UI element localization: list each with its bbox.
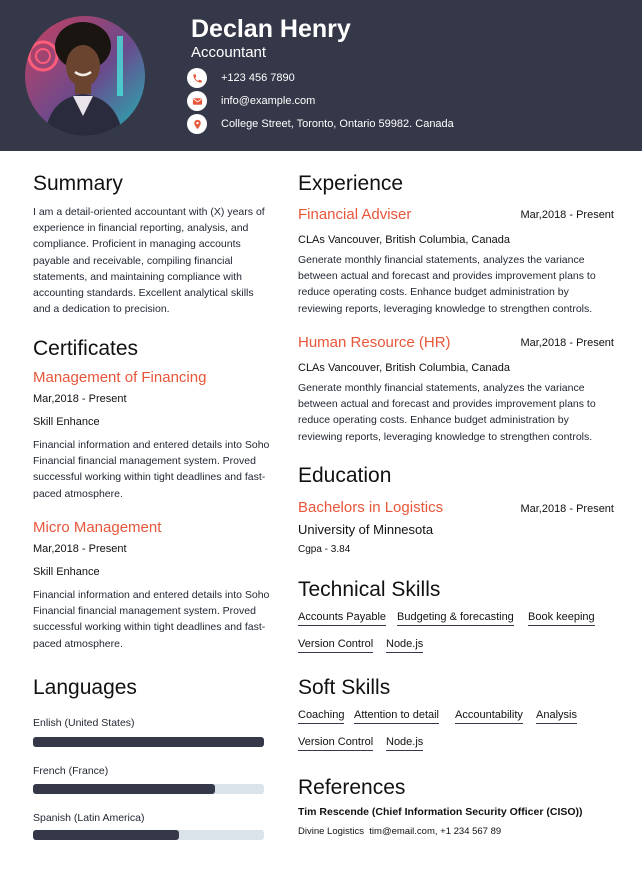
certificate-title: Micro Management	[33, 519, 162, 536]
soft-skill-chip: Analysis	[536, 709, 577, 724]
certificate-desc: Financial information and entered detail…	[33, 589, 270, 650]
certificates-heading: Certificates	[33, 337, 139, 360]
address-text: College Street, Toronto, Ontario 59982. …	[221, 118, 454, 130]
candidate-name: Declan Henry	[191, 15, 351, 43]
technical-skills-heading: Technical Skills	[298, 578, 441, 601]
location-pin-icon	[187, 114, 207, 134]
reference-company: Divine Logistics	[298, 826, 364, 837]
certificate-desc: Financial information and entered detail…	[33, 439, 270, 500]
skill-chip: Node.js	[386, 638, 424, 653]
email-icon	[187, 91, 207, 111]
education-degree: Bachelors in Logistics	[298, 499, 444, 516]
experience-company: CLAs Vancouver, British Columbia, Canada	[298, 362, 510, 374]
contact-email: info@example.com	[187, 91, 315, 111]
language-level-bar	[33, 830, 264, 840]
experience-heading: Experience	[298, 172, 404, 195]
soft-skill-chip: Accountability	[455, 709, 523, 724]
language-level-fill	[33, 830, 179, 840]
phone-text: +123 456 7890	[221, 72, 295, 84]
references-heading: References	[298, 776, 406, 799]
experience-company: CLAs Vancouver, British Columbia, Canada	[298, 234, 510, 246]
resume-header: Declan Henry Accountant +123 456 7890 in…	[0, 0, 642, 151]
experience-date: Mar,2018 - Present	[520, 337, 614, 349]
experience-desc: Generate monthly financial statements, a…	[298, 254, 596, 315]
education-cgpa: Cgpa - 3.84	[298, 544, 351, 555]
language-name: Spanish (Latin America)	[33, 812, 145, 824]
contact-phone: +123 456 7890	[187, 68, 295, 88]
certificate-date: Mar,2018 - Present	[33, 393, 127, 405]
email-text: info@example.com	[221, 95, 316, 107]
phone-icon	[187, 68, 207, 88]
language-level-bar	[33, 784, 264, 794]
skill-chip: Book keeping	[528, 611, 595, 626]
profile-photo	[25, 16, 145, 136]
contact-address: College Street, Toronto, Ontario 59982. …	[187, 114, 454, 134]
experience-desc: Generate monthly financial statements, a…	[298, 382, 596, 443]
skill-chip: Budgeting & forecasting	[397, 611, 514, 626]
soft-skills-heading: Soft Skills	[298, 676, 391, 699]
education-school: University of Minnesota	[298, 522, 434, 537]
certificate-org: Skill Enhance	[33, 416, 100, 428]
reference-name: Tim Rescende (Chief Information Security…	[298, 806, 583, 818]
soft-skill-chip: Node.js	[386, 736, 424, 751]
language-level-fill	[33, 784, 216, 794]
education-date: Mar,2018 - Present	[520, 503, 614, 515]
language-level-bar	[33, 737, 264, 747]
summary-heading: Summary	[33, 172, 123, 195]
reference-line: Divine Logistics tim@email.com, +1 234 5…	[298, 826, 501, 837]
certificate-org: Skill Enhance	[33, 566, 100, 578]
experience-date: Mar,2018 - Present	[520, 209, 614, 221]
language-name: Enlish (United States)	[33, 717, 135, 729]
summary-text: I am a detail-oriented accountant with (…	[33, 206, 265, 316]
language-name: French (France)	[33, 765, 109, 777]
soft-skill-chip: Version Control	[298, 736, 374, 751]
experience-role: Human Resource (HR)	[298, 334, 451, 351]
experience-role: Financial Adviser	[298, 206, 412, 223]
education-heading: Education	[298, 464, 392, 487]
certificate-date: Mar,2018 - Present	[33, 543, 127, 555]
reference-contact: tim@email.com, +1 234 567 89	[369, 826, 502, 837]
avatar	[25, 16, 145, 136]
skill-chip: Version Control	[298, 638, 374, 653]
skill-chip: Accounts Payable	[298, 611, 387, 626]
certificate-title: Management of Financing	[33, 369, 207, 386]
job-title: Accountant	[191, 44, 267, 61]
soft-skill-chip: Coaching	[298, 709, 345, 724]
languages-heading: Languages	[33, 676, 137, 699]
soft-skill-chip: Attention to detail	[354, 709, 440, 724]
language-level-fill	[33, 737, 264, 747]
